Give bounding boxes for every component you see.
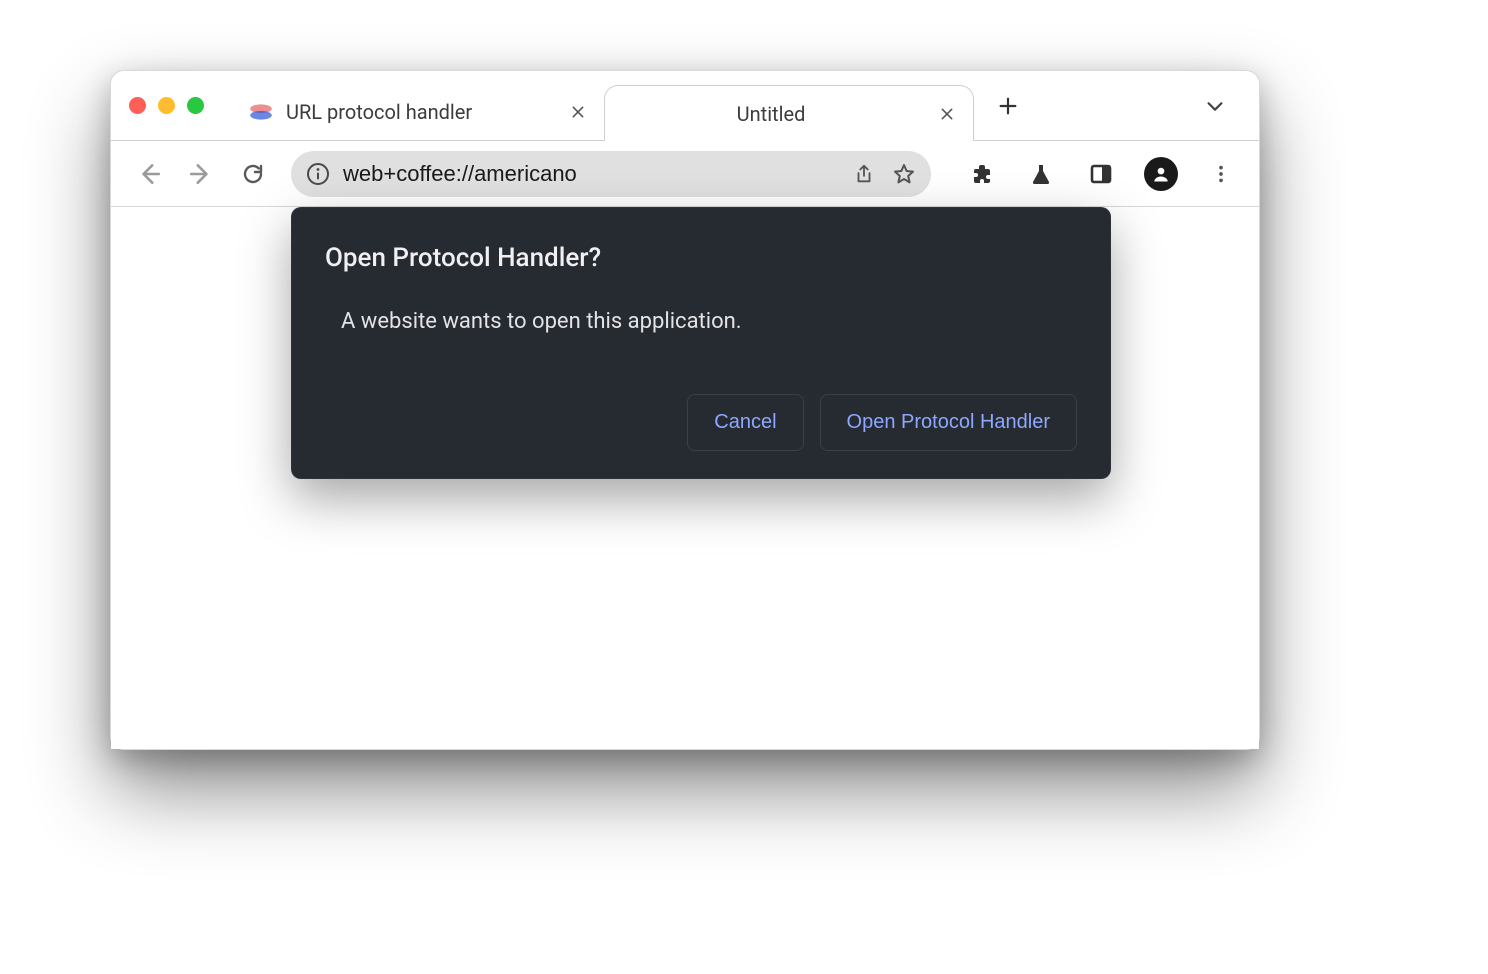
- forward-button[interactable]: [179, 152, 223, 196]
- tab-title: Untitled: [619, 102, 923, 126]
- toolbar-right: [959, 152, 1243, 196]
- tab-title: URL protocol handler: [286, 100, 554, 124]
- dialog-title: Open Protocol Handler?: [325, 243, 1077, 273]
- extensions-icon[interactable]: [959, 152, 1003, 196]
- tab-close-button[interactable]: [935, 102, 959, 126]
- tabs: URL protocol handler Untitled: [234, 71, 974, 140]
- tab-menu-button[interactable]: [1191, 82, 1239, 130]
- window-close-button[interactable]: [129, 97, 146, 114]
- browser-window: URL protocol handler Untitled: [110, 70, 1260, 750]
- reload-button[interactable]: [231, 152, 275, 196]
- tab-untitled[interactable]: Untitled: [604, 85, 974, 141]
- back-button[interactable]: [127, 152, 171, 196]
- new-tab-button[interactable]: [984, 82, 1032, 130]
- cancel-button[interactable]: Cancel: [687, 394, 803, 451]
- kebab-menu-icon[interactable]: [1199, 152, 1243, 196]
- tab-strip: URL protocol handler Untitled: [111, 71, 1259, 141]
- profile-avatar[interactable]: [1139, 152, 1183, 196]
- labs-flask-icon[interactable]: [1019, 152, 1063, 196]
- panel-icon[interactable]: [1079, 152, 1123, 196]
- window-controls: [129, 97, 204, 114]
- bookmark-star-icon[interactable]: [891, 161, 917, 187]
- window-zoom-button[interactable]: [187, 97, 204, 114]
- tab-close-button[interactable]: [566, 100, 590, 124]
- avatar-badge: [1144, 157, 1178, 191]
- address-actions: [851, 161, 917, 187]
- share-icon[interactable]: [851, 161, 877, 187]
- address-bar[interactable]: [291, 151, 931, 197]
- window-minimize-button[interactable]: [158, 97, 175, 114]
- address-input[interactable]: [343, 161, 839, 187]
- site-info-icon[interactable]: [305, 161, 331, 187]
- toolbar: [111, 141, 1259, 207]
- tab-favicon: [248, 99, 274, 125]
- dialog-buttons: Cancel Open Protocol Handler: [325, 394, 1077, 451]
- protocol-handler-dialog: Open Protocol Handler? A website wants t…: [291, 207, 1111, 479]
- tab-url-protocol-handler[interactable]: URL protocol handler: [234, 84, 604, 140]
- open-protocol-handler-button[interactable]: Open Protocol Handler: [820, 394, 1077, 451]
- dialog-message: A website wants to open this application…: [341, 309, 1077, 334]
